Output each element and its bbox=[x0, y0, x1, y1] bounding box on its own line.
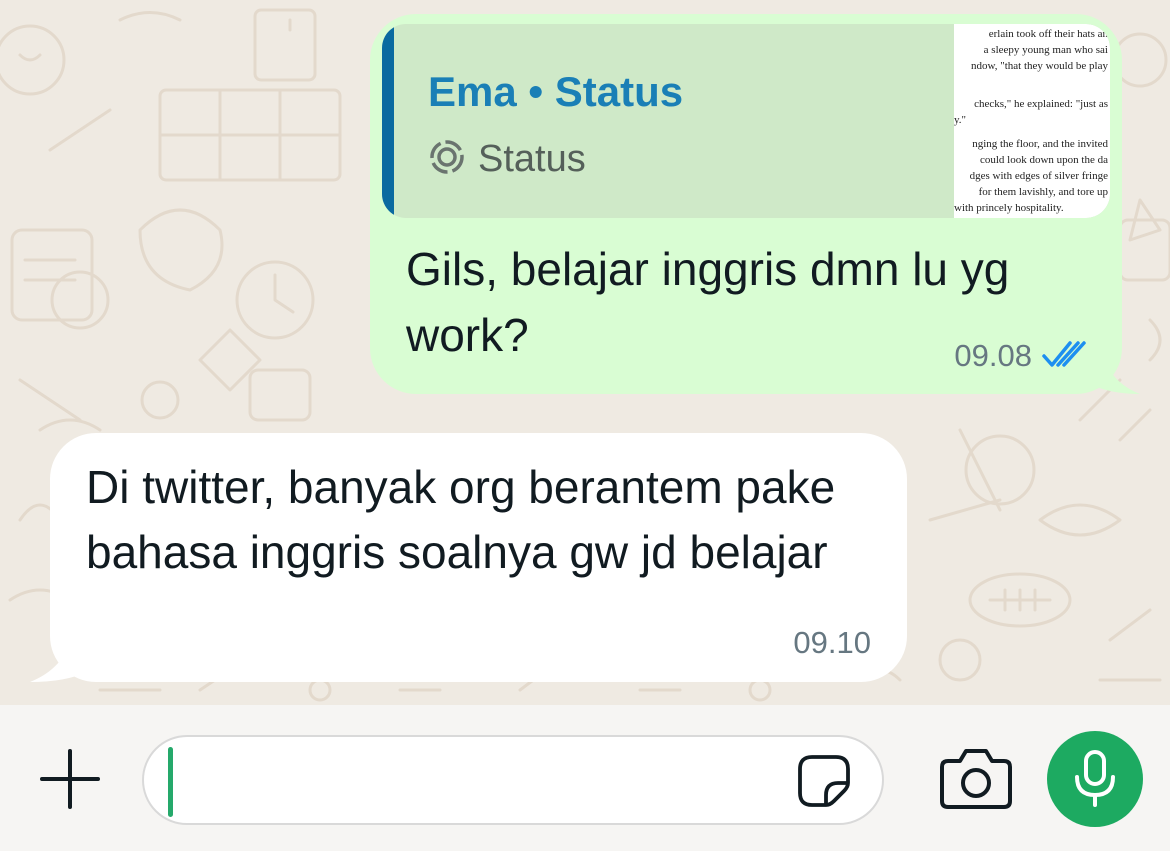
text-caret bbox=[168, 747, 173, 817]
message-meta: 09.08 bbox=[954, 338, 1088, 374]
mic-icon bbox=[1075, 750, 1115, 807]
attach-button[interactable] bbox=[38, 747, 102, 811]
incoming-message-bubble[interactable]: Di twitter, banyak org berantem pake bah… bbox=[50, 433, 907, 682]
status-thumbnail: erlain took off their hats an a sleepy y… bbox=[954, 24, 1110, 218]
sticker-icon bbox=[798, 755, 850, 807]
composer-bar bbox=[0, 705, 1170, 851]
message-time: 09.08 bbox=[954, 338, 1032, 373]
voice-record-button[interactable] bbox=[1047, 731, 1143, 827]
thumbnail-text-line: a sleepy young man who sai bbox=[983, 44, 1108, 56]
message-text: Di twitter, banyak org berantem pake bah… bbox=[86, 461, 836, 578]
message-input[interactable] bbox=[142, 735, 884, 825]
outgoing-message-bubble[interactable]: Ema • Status Status erlain took off thei… bbox=[370, 14, 1122, 394]
reply-accent-bar bbox=[382, 24, 394, 218]
thumbnail-text-line: ndow, "that they would be play bbox=[971, 60, 1108, 72]
camera-icon bbox=[940, 749, 1012, 809]
plus-icon bbox=[40, 749, 100, 809]
quoted-status-reply[interactable]: Ema • Status Status erlain took off thei… bbox=[382, 24, 1110, 218]
message-meta: 09.10 bbox=[793, 625, 871, 661]
reply-kind: Status bbox=[428, 138, 586, 181]
sticker-button[interactable] bbox=[796, 753, 852, 809]
thumbnail-text-line: for them lavishly, and tore up bbox=[978, 186, 1108, 198]
thumbnail-text-line: checks," he explained: "just as bbox=[974, 98, 1108, 110]
thumbnail-text-line: y." bbox=[954, 114, 967, 126]
reply-author: Ema • Status bbox=[428, 68, 684, 115]
thumbnail-text-line: could look down upon the da bbox=[979, 154, 1108, 166]
status-icon bbox=[428, 138, 466, 181]
camera-button[interactable] bbox=[938, 745, 1014, 811]
reply-kind-label: Status bbox=[478, 138, 586, 180]
message-time: 09.10 bbox=[793, 625, 871, 660]
thumbnail-text-line: with princely hospitality. bbox=[954, 202, 1064, 214]
thumbnail-text-line: dges with edges of silver fringe bbox=[969, 170, 1108, 182]
thumbnail-text-line: nging the floor, and the invited bbox=[972, 138, 1108, 150]
thumbnail-text-line: erlain took off their hats an bbox=[988, 28, 1108, 40]
double-check-read-icon bbox=[1042, 339, 1088, 374]
